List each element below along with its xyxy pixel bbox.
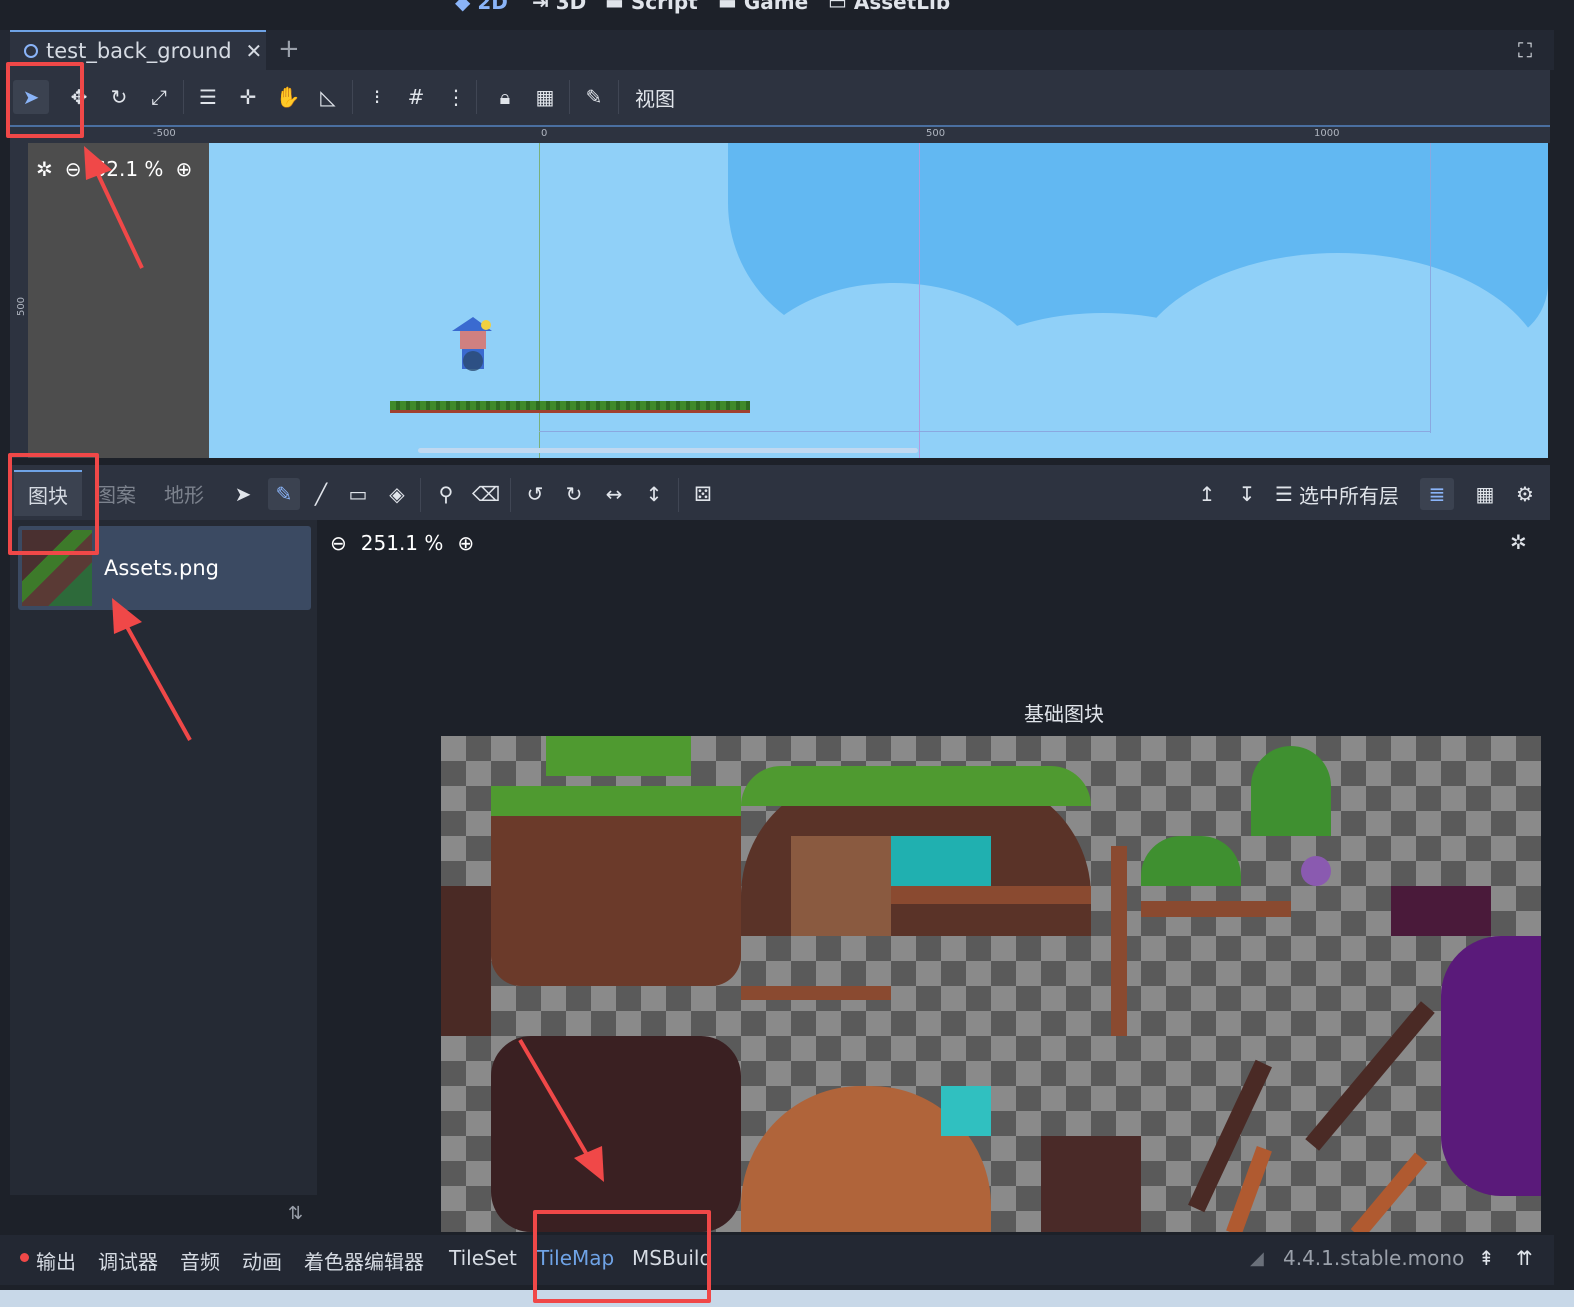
annotation-arrow <box>518 1038 592 1162</box>
annotation-arrows <box>84 146 604 1182</box>
arrow-head <box>574 1146 604 1182</box>
arrow-head <box>84 146 112 180</box>
annotation-arrow <box>124 624 192 741</box>
annotation-arrow <box>94 169 144 269</box>
